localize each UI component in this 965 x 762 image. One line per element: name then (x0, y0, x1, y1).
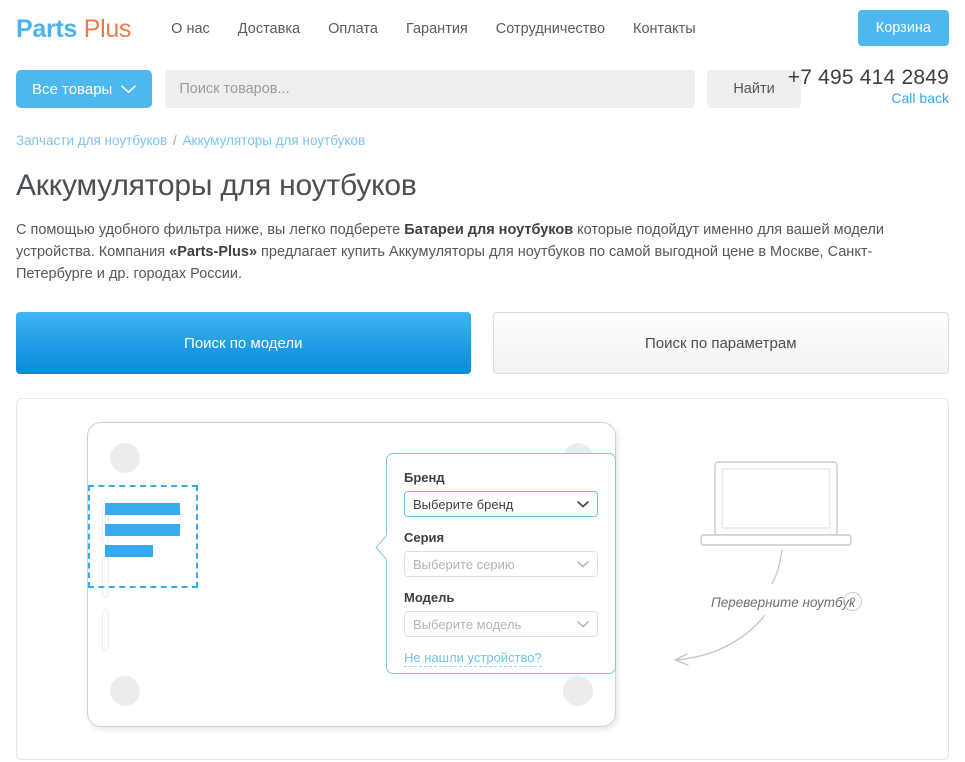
page-description: С помощью удобного фильтра ниже, вы легк… (16, 219, 949, 285)
model-field-label: Модель (404, 590, 598, 605)
speech-bubble-tail-icon (375, 534, 387, 560)
breadcrumb-parent[interactable]: Запчасти для ноутбуков (16, 133, 167, 148)
nav-item-contacts[interactable]: Контакты (633, 21, 696, 37)
laptop-foot-icon (563, 676, 593, 706)
brand-field-label: Бренд (404, 470, 598, 485)
sticker-line-icon (105, 503, 180, 515)
flip-laptop-hint-text: Переверните ноутбук (711, 595, 855, 610)
laptop-underside-illustration: Бренд Выберите бренд Серия Выберите сери… (87, 422, 616, 727)
find-button[interactable]: Найти (707, 70, 800, 108)
search-input[interactable] (165, 70, 695, 108)
tab-search-by-parameters[interactable]: Поиск по параметрам (493, 312, 950, 374)
sticker-line-icon (105, 524, 180, 536)
series-field-label: Серия (404, 530, 598, 545)
search-mode-tabs: Поиск по модели Поиск по параметрам (16, 312, 949, 374)
desc-bold-company: «Parts-Plus» (169, 244, 257, 260)
nav-item-warranty[interactable]: Гарантия (406, 21, 468, 37)
curved-arrow-icon (662, 612, 792, 672)
open-laptop-icon (667, 454, 897, 594)
laptop-foot-icon (110, 676, 140, 706)
all-goods-label: Все товары (32, 81, 112, 98)
model-select[interactable]: Выберите модель (404, 611, 598, 637)
chevron-down-icon (121, 81, 136, 98)
model-label-sticker-icon (88, 485, 198, 588)
search-bar: Все товары Найти +7 495 414 2849 Call ba… (0, 58, 965, 120)
phone-number[interactable]: +7 495 414 2849 (788, 66, 949, 90)
series-select[interactable]: Выберите серию (404, 551, 598, 577)
laptop-vent-icon (102, 609, 109, 651)
sticker-line-icon (105, 545, 153, 557)
brand-select[interactable]: Выберите бренд (404, 491, 598, 517)
model-selection-form: Бренд Выберите бренд Серия Выберите сери… (386, 453, 616, 674)
chevron-down-icon (577, 497, 589, 512)
flip-laptop-hint: Переверните ноутбук ? (667, 454, 897, 684)
chevron-down-icon (577, 557, 589, 572)
model-select-value: Выберите модель (413, 617, 521, 632)
breadcrumb-separator: / (173, 133, 177, 148)
desc-bold-batteries: Батареи для ноутбуков (404, 222, 573, 238)
nav-item-delivery[interactable]: Доставка (238, 21, 300, 37)
nav-item-payment[interactable]: Оплата (328, 21, 378, 37)
series-select-value: Выберите серию (413, 557, 515, 572)
logo-part-plus: Plus (84, 15, 131, 43)
device-not-found-link[interactable]: Не нашли устройство? (404, 650, 542, 667)
breadcrumb: Запчасти для ноутбуков / Аккумуляторы дл… (16, 133, 949, 148)
help-question-icon[interactable]: ? (843, 592, 862, 611)
site-logo[interactable]: Parts Plus (16, 15, 131, 44)
phone-block: +7 495 414 2849 Call back (788, 66, 949, 109)
main-navigation: О нас Доставка Оплата Гарантия Сотруднич… (171, 21, 696, 37)
nav-item-about[interactable]: О нас (171, 21, 210, 37)
page-title: Аккумуляторы для ноутбуков (16, 169, 949, 203)
desc-text-1: С помощью удобного фильтра ниже, вы легк… (16, 222, 404, 238)
breadcrumb-current[interactable]: Аккумуляторы для ноутбуков (183, 133, 366, 148)
page-content: Запчасти для ноутбуков / Аккумуляторы дл… (0, 133, 965, 285)
sticker-lines (105, 503, 180, 557)
call-back-link[interactable]: Call back (891, 90, 949, 106)
nav-item-cooperation[interactable]: Сотрудничество (496, 21, 605, 37)
tab-search-by-model[interactable]: Поиск по модели (16, 312, 471, 374)
brand-select-value: Выберите бренд (413, 497, 513, 512)
laptop-foot-icon (110, 443, 140, 473)
all-goods-dropdown-button[interactable]: Все товары (16, 70, 152, 108)
site-header: Parts Plus О нас Доставка Оплата Гаранти… (0, 0, 965, 58)
chevron-down-icon (577, 617, 589, 632)
logo-part-parts: Parts (16, 15, 77, 43)
model-search-panel: Бренд Выберите бренд Серия Выберите сери… (16, 398, 949, 760)
cart-button[interactable]: Корзина (858, 10, 949, 46)
